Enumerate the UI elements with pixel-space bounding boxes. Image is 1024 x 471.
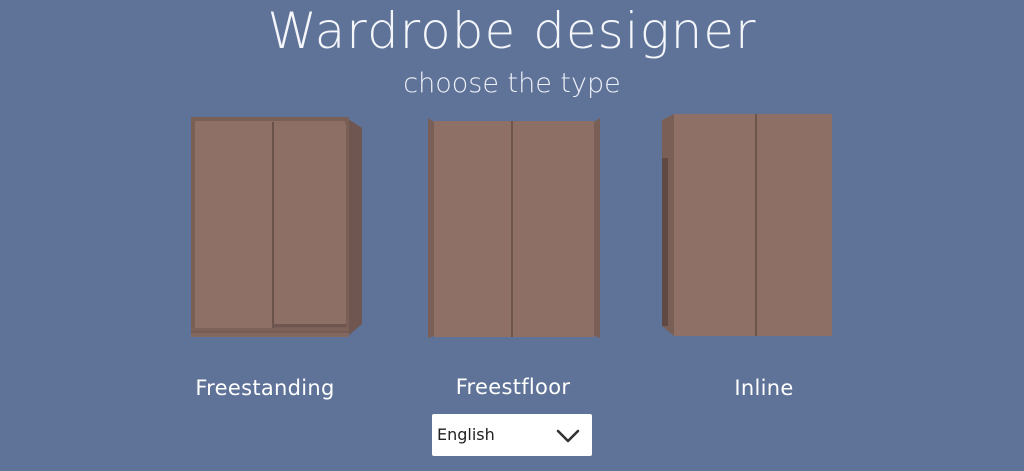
option-label-freestfloor[interactable]: Freestfloor [403, 375, 623, 399]
wardrobe-option-freestfloor[interactable] [426, 116, 602, 340]
wardrobe-option-freestanding[interactable] [188, 114, 364, 340]
freestfloor-wardrobe-illustration [428, 118, 600, 338]
option-label-inline[interactable]: Inline [654, 376, 874, 400]
language-select-value: English [437, 425, 495, 444]
page-title: Wardrobe designer [267, 2, 757, 60]
inline-wardrobe-illustration [662, 114, 832, 336]
chevron-down-icon[interactable] [556, 428, 580, 444]
freestanding-wardrobe-illustration [191, 117, 362, 337]
option-label-freestanding[interactable]: Freestanding [155, 376, 375, 400]
wardrobe-designer-page: Wardrobe designer choose the type Freest… [0, 0, 1024, 471]
wardrobe-option-inline[interactable] [660, 112, 836, 338]
page-subtitle: choose the type [403, 68, 621, 99]
